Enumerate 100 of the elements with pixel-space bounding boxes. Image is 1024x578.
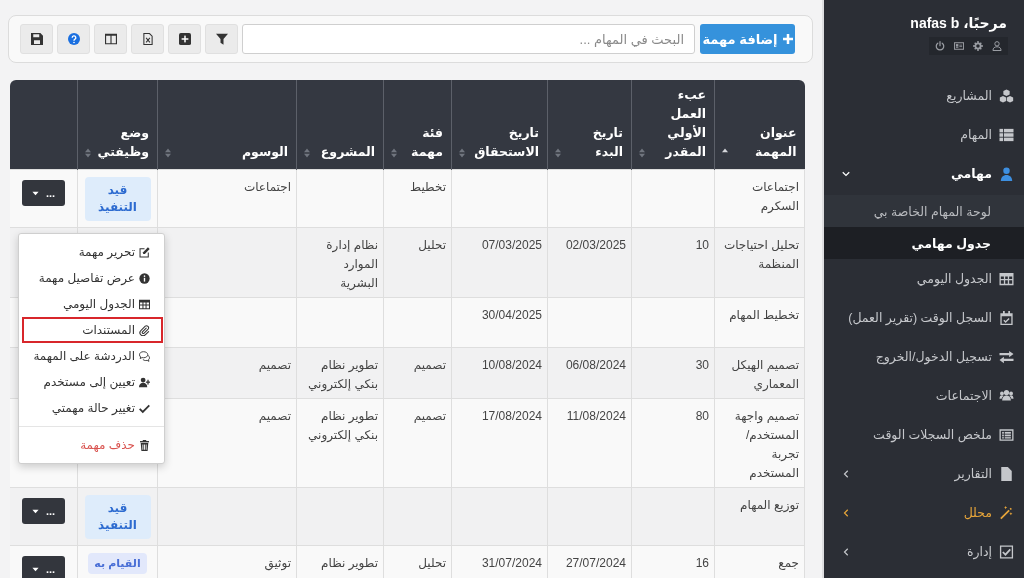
sidebar-item[interactable]: السجل الوقت (تقرير العمل): [824, 298, 1024, 337]
power-icon[interactable]: [935, 41, 945, 51]
task-category: تحليل: [418, 556, 446, 570]
column-header[interactable]: عبء العمل الأولي المقدر: [631, 80, 715, 170]
menu-item[interactable]: تعيين إلى مستخدم: [22, 369, 163, 395]
menu-item[interactable]: المستندات: [22, 317, 163, 343]
plus-square-icon: [178, 33, 191, 45]
help-icon: [67, 33, 80, 45]
table-icon: [999, 271, 1014, 286]
sidebar-item[interactable]: المهام: [824, 115, 1024, 154]
greeting-text: مرحبًا، nafas b: [909, 14, 1008, 32]
workload-value: 30: [695, 358, 709, 372]
task-tag: تصميم: [258, 409, 291, 423]
start-date: 27/07/2024: [565, 556, 626, 570]
sidebar-item[interactable]: تسجيل الدخول/الخروج: [824, 337, 1024, 376]
sidebar-item[interactable]: إدارة: [824, 532, 1024, 571]
filter-icon: [215, 33, 228, 45]
due-date: 10/08/2024: [481, 358, 542, 372]
check-icon: [139, 402, 150, 414]
task-title: توزيع المهام: [740, 498, 799, 512]
menu-item[interactable]: حذف مهمة: [22, 432, 163, 458]
search-field[interactable]: البحث في المهام ...: [242, 24, 695, 54]
chat-icon: [139, 350, 150, 362]
file-icon: [999, 466, 1014, 481]
column-header[interactable]: عنوان المهمة: [714, 80, 805, 170]
exchange-arrows-icon: [999, 349, 1014, 364]
sidebar-item[interactable]: الاجتماعات: [824, 376, 1024, 415]
caret-icon: [31, 507, 39, 515]
sidebar-item[interactable]: محلل: [824, 493, 1024, 532]
task-title: تصميم واجهة المستخدم/ تجربة المستخدم: [734, 409, 799, 480]
magic-wand-icon: [999, 505, 1014, 520]
actions-button[interactable]: ...: [22, 180, 65, 206]
menu-item[interactable]: الدردشة على المهمة: [22, 343, 163, 369]
sidebar-item[interactable]: الجدول اليومي: [824, 259, 1024, 298]
user-icon: [999, 166, 1014, 181]
columns-button[interactable]: [94, 24, 127, 54]
columns-icon: [104, 33, 117, 45]
project-name: تطوير نظام: [321, 556, 378, 570]
task-category: تصميم: [413, 358, 446, 372]
actions-button[interactable]: ...: [22, 498, 65, 524]
sidebar-item[interactable]: المشاريع: [824, 76, 1024, 115]
sidebar-item[interactable]: ملخص السجلات الوقت: [824, 415, 1024, 454]
menu-item[interactable]: عرض تفاصيل مهمة: [22, 265, 163, 291]
plus-icon: [782, 34, 793, 44]
due-date: 17/08/2024: [481, 409, 542, 423]
table-icon: [139, 298, 150, 310]
spreadsheet-file-icon: [141, 33, 154, 45]
task-title: جمع: [778, 556, 799, 570]
sidebar-item[interactable]: التقارير: [824, 454, 1024, 493]
column-header[interactable]: فئة مهمة: [383, 80, 452, 170]
trash-icon: [139, 439, 150, 451]
sidebar-item[interactable]: مهامي: [824, 154, 1024, 193]
menu-item[interactable]: تغيير حالة مهمتي: [22, 395, 163, 421]
plus-button[interactable]: [168, 24, 201, 54]
task-title: تخطيط المهام: [729, 308, 799, 322]
task-tag: توثيق: [264, 556, 291, 570]
spreadsheet-button[interactable]: [131, 24, 164, 54]
actions-button[interactable]: ...: [22, 556, 65, 578]
due-date: 07/03/2025: [481, 238, 542, 252]
list-card-icon: [999, 427, 1014, 442]
list-icon: [999, 127, 1014, 142]
menu-item[interactable]: تحرير مهمة: [22, 239, 163, 265]
info-icon: [139, 272, 150, 284]
sidebar-subitem[interactable]: لوحة المهام الخاصة بي: [824, 195, 1024, 227]
caret-icon: [31, 189, 39, 197]
workload-value: 16: [695, 556, 709, 570]
task-category: تخطيط: [410, 180, 446, 194]
start-date: 06/08/2024: [565, 358, 626, 372]
column-header[interactable]: تاريخ البدء: [547, 80, 632, 170]
task-tag: اجتماعات: [243, 180, 291, 194]
user-plus-icon: [139, 376, 150, 388]
due-date: 31/07/2024: [481, 556, 542, 570]
caret-icon: [31, 565, 39, 573]
gear-icon[interactable]: [973, 41, 983, 51]
save-button[interactable]: [20, 24, 53, 54]
id-card-icon[interactable]: [954, 41, 964, 51]
calendar-check-icon: [999, 310, 1014, 325]
save-icon: [30, 33, 43, 45]
status-badge: القيام به: [88, 553, 147, 574]
column-header[interactable]: تاريخ الاستحقاق: [451, 80, 548, 170]
task-category: تحليل: [418, 238, 446, 252]
menu-item[interactable]: الجدول اليومي: [22, 291, 163, 317]
column-header[interactable]: المشروع: [296, 80, 384, 170]
column-header[interactable]: وضع وظيفتي: [77, 80, 158, 170]
project-name: تطوير نظام بنكي إلكتروني: [308, 409, 378, 442]
task-title: اجتماعات السكرم: [751, 180, 799, 213]
status-badge: قيد التنفيذ: [84, 495, 151, 539]
task-title: تصميم الهيكل المعماري: [731, 358, 799, 391]
help-button[interactable]: [57, 24, 90, 54]
start-date: 11/08/2024: [566, 409, 626, 423]
workload-value: 80: [695, 409, 709, 423]
filter-button[interactable]: [205, 24, 238, 54]
paperclip-icon: [139, 324, 150, 336]
column-header[interactable]: الوسوم: [157, 80, 297, 170]
task-category: تصميم: [413, 409, 446, 423]
user-icon[interactable]: [992, 41, 1002, 51]
sidebar-subitem[interactable]: جدول مهامي: [824, 227, 1024, 259]
task-tag: تصميم: [258, 358, 291, 372]
cubes-icon: [999, 88, 1014, 103]
start-date: 02/03/2025: [565, 238, 626, 252]
